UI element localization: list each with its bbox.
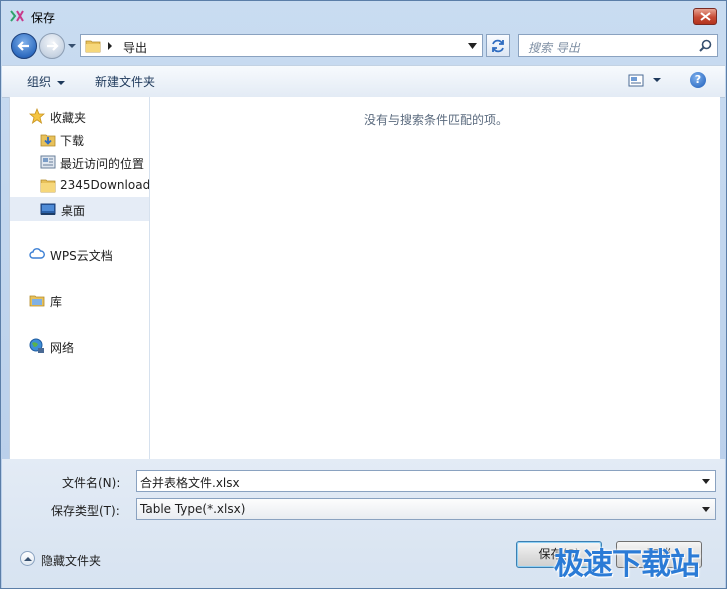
navigation-pane[interactable]: 收藏夹 下载 最近访问的位置 2345Downloads 桌面 WPS云文档 库… (10, 97, 150, 459)
organize-label: 组织 (27, 75, 52, 89)
view-options-dropdown-icon[interactable] (653, 78, 661, 82)
filename-label: 文件名(N): (62, 476, 121, 490)
caret-down-icon (57, 80, 66, 85)
arrow-left-icon (17, 41, 29, 51)
command-toolbar: 组织 新建文件夹 ? (2, 65, 725, 98)
filename-field[interactable]: 合并表格文件.xlsx (136, 470, 716, 492)
filetype-label: 保存类型(T): (51, 504, 120, 518)
collapse-icon (20, 551, 35, 566)
filetype-select[interactable]: Table Type(*.xlsx) (136, 498, 716, 520)
sidebar-item-libraries[interactable]: 库 (10, 289, 149, 311)
address-bar[interactable]: 导出 (80, 34, 483, 57)
folder-icon (40, 179, 56, 193)
new-folder-button[interactable]: 新建文件夹 (95, 73, 155, 90)
empty-results-message: 没有与搜索条件匹配的项。 (364, 113, 509, 127)
sidebar-item-network[interactable]: 网络 (10, 335, 149, 357)
chevron-down-icon[interactable] (468, 43, 477, 49)
hide-folders-label: 隐藏文件夹 (41, 554, 102, 568)
filename-history-dropdown-icon[interactable] (702, 479, 710, 484)
download-folder-icon (40, 134, 56, 147)
star-icon (29, 108, 45, 124)
organize-menu[interactable]: 组织 (27, 73, 66, 90)
forward-button[interactable] (39, 33, 65, 59)
chevron-down-icon[interactable] (702, 507, 710, 512)
close-button[interactable] (693, 8, 717, 25)
library-icon (29, 295, 45, 307)
network-icon (29, 338, 44, 353)
arrow-right-icon (47, 41, 59, 51)
recent-pages-dropdown-icon[interactable] (67, 42, 77, 50)
sidebar-item-downloads[interactable]: 下载 (10, 128, 149, 150)
view-mode-icon[interactable] (628, 74, 644, 87)
search-placeholder: 搜索 导出 (528, 41, 580, 55)
help-icon[interactable]: ? (690, 72, 706, 88)
sidebar-item-label: WPS云文档 (50, 249, 113, 263)
file-list-view[interactable]: 没有与搜索条件匹配的项。 (150, 97, 720, 459)
sidebar-item-desktop[interactable]: 桌面 (10, 197, 149, 221)
navigation-bar: 导出 搜索 导出 (1, 31, 726, 63)
folder-icon (85, 40, 101, 53)
close-icon (700, 12, 711, 21)
browser-pane: 收藏夹 下载 最近访问的位置 2345Downloads 桌面 WPS云文档 库… (9, 97, 720, 459)
sidebar-item-label: 2345Downloads (60, 178, 150, 192)
sidebar-item-label: 桌面 (61, 204, 86, 218)
refresh-icon (492, 39, 504, 53)
app-icon (10, 10, 24, 22)
breadcrumb-current-folder[interactable]: 导出 (123, 39, 147, 56)
window-title: 保存 (31, 11, 56, 25)
search-icon[interactable] (699, 39, 712, 52)
sidebar-item-favorites[interactable]: 收藏夹 (10, 105, 149, 127)
cloud-icon (29, 248, 45, 259)
sidebar-item-label: 库 (50, 295, 63, 309)
refresh-button[interactable] (486, 34, 510, 57)
sidebar-item-wps-cloud[interactable]: WPS云文档 (10, 243, 149, 265)
search-input[interactable]: 搜索 导出 (518, 34, 718, 57)
sidebar-item-label: 下载 (60, 134, 85, 148)
sidebar-item-recent-places[interactable]: 最近访问的位置 (10, 151, 149, 173)
sidebar-item-label: 最近访问的位置 (60, 157, 145, 171)
filename-value[interactable]: 合并表格文件.xlsx (140, 474, 240, 491)
chevron-right-icon[interactable] (107, 42, 113, 50)
save-dialog: 保存 导出 搜索 导出 组织 新建文件夹 ? 收藏夹 下载 最近访问的位置 23… (0, 0, 727, 589)
back-button[interactable] (11, 33, 37, 59)
sidebar-item-2345downloads[interactable]: 2345Downloads (10, 174, 149, 196)
desktop-icon (40, 203, 56, 215)
recent-places-icon (40, 155, 56, 169)
sidebar-item-label: 网络 (50, 341, 75, 355)
watermark-logo: 极速下载站 (554, 547, 700, 582)
filetype-value: Table Type(*.xlsx) (140, 502, 246, 516)
sidebar-item-label: 收藏夹 (50, 111, 87, 125)
title-bar: 保存 (1, 1, 726, 31)
